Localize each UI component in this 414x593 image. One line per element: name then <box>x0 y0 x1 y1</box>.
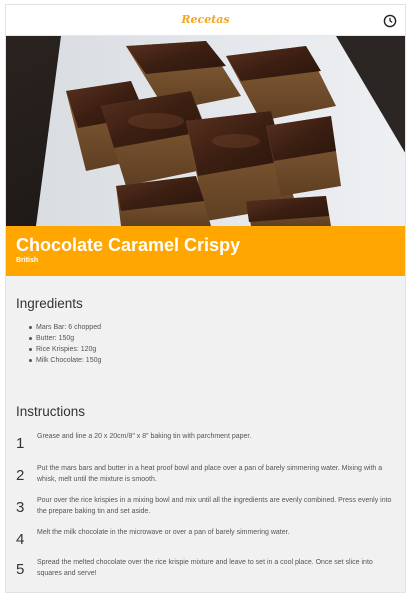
step-number: 4 <box>16 531 25 548</box>
step-number: 3 <box>16 499 25 516</box>
ingredient-item: Butter: 150g <box>29 333 405 344</box>
recipe-title: Chocolate Caramel Crispy <box>16 235 241 255</box>
step-number: 2 <box>16 467 25 484</box>
recipe-image <box>6 36 405 226</box>
ingredients-heading: Ingredients <box>16 296 83 311</box>
app-frame: Recetas Chocolate Caramel Crispy British… <box>5 4 406 593</box>
recipe-title-band: Chocolate Caramel Crispy British <box>6 226 405 276</box>
ingredient-item: Mars Bar: 6 chopped <box>29 322 405 333</box>
clock-icon[interactable] <box>383 13 397 28</box>
ingredients-list: Mars Bar: 6 chopped Butter: 150g Rice Kr… <box>6 322 405 366</box>
step-text: Spread the melted chocolate over the ric… <box>37 559 373 577</box>
instruction-step: 2 Put the mars bars and butter in a heat… <box>6 463 405 495</box>
ingredient-item: Milk Chocolate: 150g <box>29 355 405 366</box>
ingredient-item: Rice Krispies: 120g <box>29 344 405 355</box>
step-text: Put the mars bars and butter in a heat p… <box>37 465 383 483</box>
step-text: Grease and line a 20 x 20cm/8″ x 8″ baki… <box>37 433 252 440</box>
step-text: Pour over the rice krispies in a mixing … <box>37 497 392 515</box>
app-title: Recetas <box>181 13 230 26</box>
top-bar: Recetas <box>6 5 405 36</box>
step-text: Melt the milk chocolate in the microwave… <box>37 529 290 536</box>
instruction-step: 1 Grease and line a 20 x 20cm/8″ x 8″ ba… <box>6 431 405 463</box>
instruction-step: 4 Melt the milk chocolate in the microwa… <box>6 527 405 557</box>
instruction-step: 5 Spread the melted chocolate over the r… <box>6 557 405 589</box>
recipe-area: British <box>16 257 39 264</box>
step-number: 5 <box>16 561 25 578</box>
instruction-step: 3 Pour over the rice krispies in a mixin… <box>6 495 405 527</box>
instructions-heading: Instructions <box>16 404 86 419</box>
instructions-list: 1 Grease and line a 20 x 20cm/8″ x 8″ ba… <box>6 431 405 589</box>
step-number: 1 <box>16 435 25 452</box>
